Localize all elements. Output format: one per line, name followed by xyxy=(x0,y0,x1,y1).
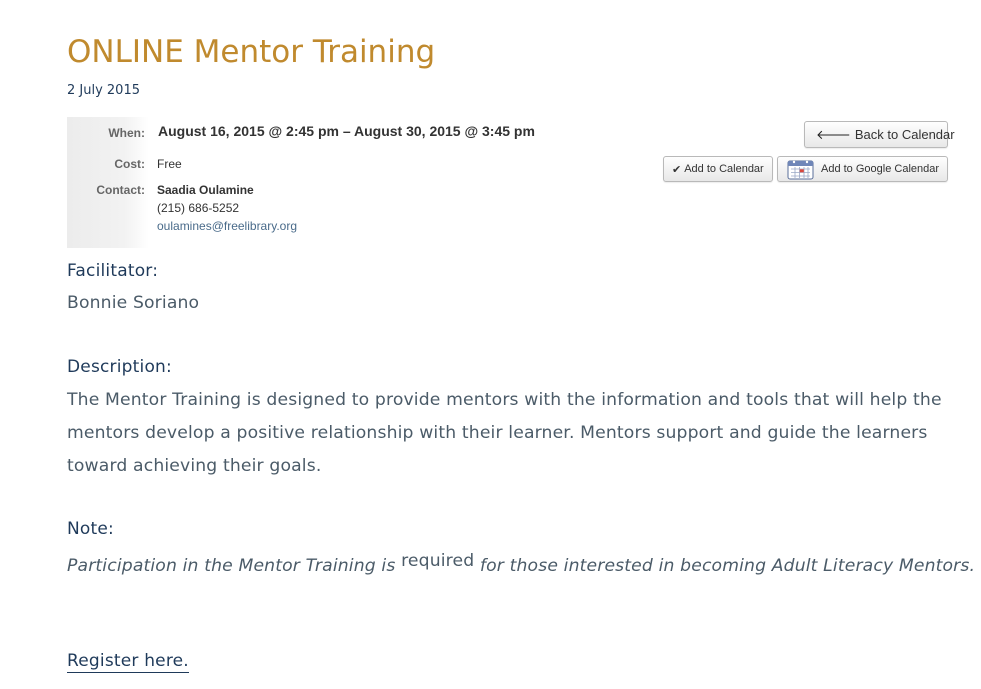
contact-name: Saadia Oulamine xyxy=(157,183,254,197)
post-date: 2 July 2015 xyxy=(67,83,140,98)
contact-label: Contact: xyxy=(96,183,145,197)
arrow-left-icon: 🡐 xyxy=(816,126,851,142)
facilitator-heading: Facilitator: xyxy=(67,261,159,281)
when-value: August 16, 2015 @ 2:45 pm – August 30, 2… xyxy=(158,123,535,139)
page-title: ONLINE Mentor Training xyxy=(67,34,436,70)
note-heading: Note: xyxy=(67,519,114,539)
add-to-calendar-label: Add to Calendar xyxy=(684,163,764,175)
note-text-before: Participation in the Mentor Training is xyxy=(67,556,402,576)
calendar-icon xyxy=(787,160,814,179)
cost-label: Cost: xyxy=(114,157,145,171)
facilitator-name: Bonnie Soriano xyxy=(67,293,200,313)
cost-value: Free xyxy=(157,157,182,171)
contact-email[interactable]: oulamines@freelibrary.org xyxy=(157,219,297,233)
contact-phone: (215) 686-5252 xyxy=(157,201,240,215)
back-to-calendar-label: Back to Calendar xyxy=(854,127,955,142)
note-text: Participation in the Mentor Training is … xyxy=(67,550,975,583)
add-to-google-calendar-label: Add to Google Calendar xyxy=(821,163,940,175)
note-required: required xyxy=(401,551,475,571)
description-heading: Description: xyxy=(67,357,172,377)
back-to-calendar-button[interactable]: 🡐 Back to Calendar xyxy=(804,121,955,148)
note-text-after: for those interested in becoming Adult L… xyxy=(474,556,976,576)
description-text: The Mentor Training is designed to provi… xyxy=(67,390,942,476)
add-to-calendar-button[interactable]: ✔ Add to Calendar xyxy=(663,156,773,182)
add-to-google-calendar-button[interactable]: Add to Google Calendar xyxy=(777,156,948,182)
checkmark-icon: ✔ xyxy=(672,163,682,176)
register-link[interactable]: Register here. xyxy=(67,651,189,673)
when-label: When: xyxy=(108,126,145,140)
